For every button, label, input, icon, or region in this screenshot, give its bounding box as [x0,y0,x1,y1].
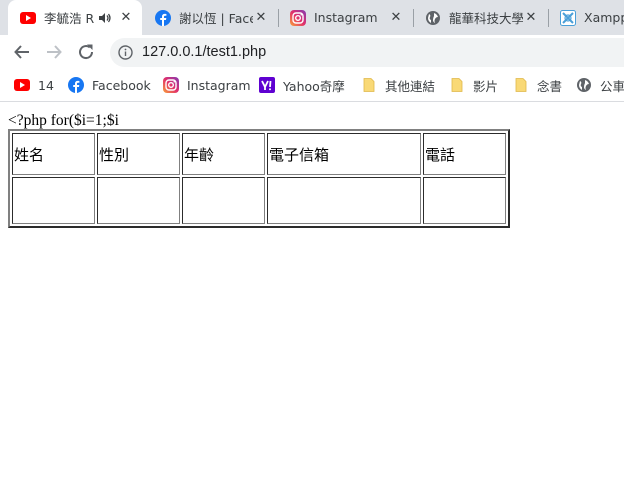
close-tab-icon[interactable]: ✕ [118,10,134,26]
page-content: <?php for($i=1;$i 姓名 性別 年齡 電子信箱 電話 [0,102,624,489]
xampp-icon [560,9,576,26]
bookmark-label: Instagram [187,77,251,93]
bookmark-label: Yahoo奇摩 [283,78,345,94]
bookmark-instagram[interactable]: Instagram [163,76,251,94]
close-tab-icon[interactable]: ✕ [523,10,539,26]
tab-instagram[interactable]: Instagram ✕ [278,0,412,35]
bookmarks-bar: 14 Facebook Instagram Yahoo奇摩 其他連結 影片 念書… [0,69,624,102]
facebook-icon [68,77,84,93]
bookmark-label: Facebook [92,77,151,93]
tab-xampp[interactable]: Xampp. [548,0,624,35]
table-cell [423,177,506,224]
toolbar: 127.0.0.1/test1.php [0,35,624,69]
yahoo-icon [259,77,275,93]
back-button[interactable] [10,40,34,64]
reload-icon [79,44,94,60]
youtube-icon [20,11,36,24]
table-cell [97,177,180,224]
bookmark-label: 其他連結 [385,78,436,94]
folder-icon [515,78,527,92]
header-gender: 性別 [97,133,180,175]
bookmark-bus[interactable]: 公車 [576,76,624,94]
instagram-icon [163,77,179,93]
arrow-right-icon [47,45,62,59]
folder-icon [363,78,375,92]
facebook-icon [155,9,171,26]
globe-icon [577,78,591,92]
globe-icon [426,10,440,25]
bookmark-label: 公車 [600,78,624,94]
tab-title: 龍華科技大學 [449,11,523,26]
bookmark-facebook[interactable]: Facebook [68,76,151,94]
table-cell [182,177,265,224]
bookmark-label: 14 [38,77,54,93]
tab-title: 謝以恆 | Face [179,11,253,26]
header-email: 電子信箱 [267,133,421,175]
header-age: 年齡 [182,133,265,175]
tab-youtube[interactable]: 李毓浩 R ✕ [8,0,142,35]
reload-button[interactable] [74,40,98,64]
data-table: 姓名 性別 年齡 電子信箱 電話 [8,129,510,228]
youtube-icon [14,79,30,91]
tab-facebook[interactable]: 謝以恆 | Face ✕ [143,0,277,35]
arrow-left-icon [14,45,29,59]
header-name: 姓名 [12,133,95,175]
table-cell [267,177,421,224]
speaker-icon[interactable] [98,11,112,25]
tab-university[interactable]: 龍華科技大學 ✕ [413,0,547,35]
instagram-icon [290,9,306,26]
header-phone: 電話 [423,133,506,175]
folder-icon [451,78,463,92]
close-tab-icon[interactable]: ✕ [253,10,269,26]
bookmark-label: 念書 [537,78,563,94]
table-header-row: 姓名 性別 年齡 電子信箱 電話 [12,133,506,175]
tab-title: 李毓浩 R [44,11,95,26]
url-text[interactable]: 127.0.0.1/test1.php [142,44,266,60]
table-cell [12,177,95,224]
address-bar[interactable]: 127.0.0.1/test1.php [110,38,624,67]
table-row [12,177,506,224]
forward-button[interactable] [42,40,66,64]
bookmark-folder-study[interactable]: 念書 [513,76,562,94]
info-icon[interactable] [118,45,133,60]
tab-title: Xampp. [584,10,624,25]
bookmark-folder-videos[interactable]: 影片 [449,76,498,94]
tab-title: Instagram [314,10,378,25]
bookmark-youtube[interactable]: 14 [14,76,54,94]
tab-strip: 李毓浩 R ✕ 謝以恆 | Face ✕ Instagram ✕ 龍華科技大學 … [0,0,624,35]
bookmark-folder-links[interactable]: 其他連結 [361,76,435,94]
bookmark-label: 影片 [473,78,499,94]
php-source-text: <?php for($i=1;$i [8,112,119,129]
close-tab-icon[interactable]: ✕ [388,10,404,26]
bookmark-yahoo[interactable]: Yahoo奇摩 [259,76,345,94]
